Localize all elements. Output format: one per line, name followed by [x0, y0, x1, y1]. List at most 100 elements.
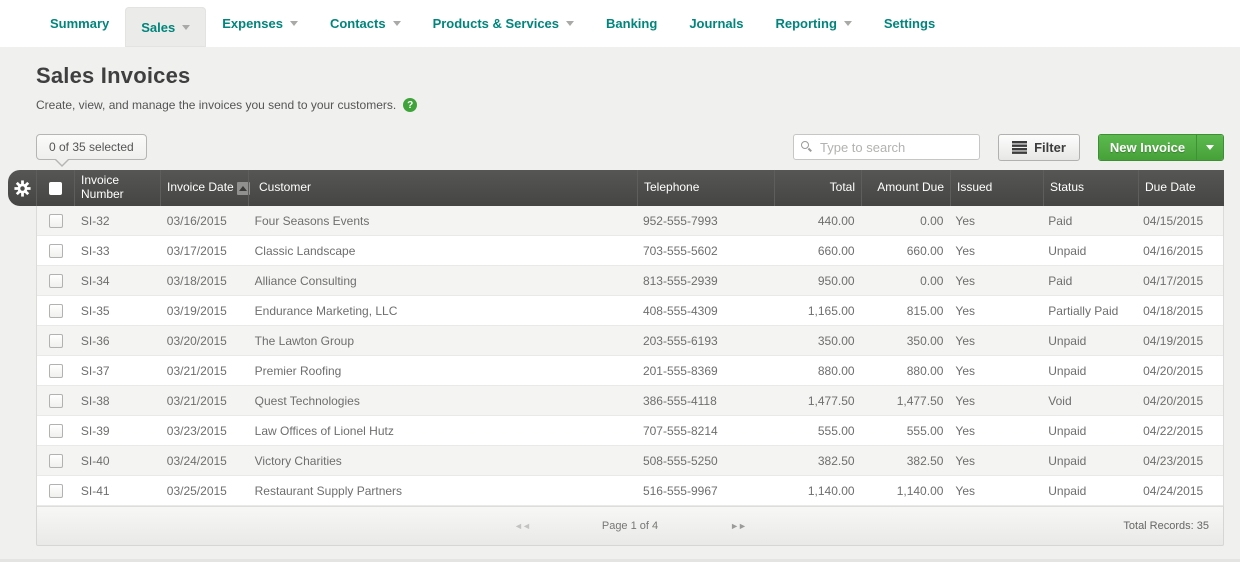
cell-customer: Quest Technologies — [249, 394, 637, 408]
column-header-label: Issued — [957, 181, 992, 195]
nav-item-reporting[interactable]: Reporting — [760, 0, 868, 47]
new-invoice-dropdown-button[interactable] — [1196, 135, 1223, 160]
pagination: ◄◄ Page 1 of 4 ►► — [514, 520, 746, 532]
cell-invoice-date: 03/20/2015 — [161, 334, 249, 348]
column-header-customer[interactable]: Customer — [248, 170, 637, 206]
column-header-invoice-number[interactable]: Invoice Number — [74, 170, 160, 206]
cell-invoice-number: SI-36 — [75, 334, 161, 348]
main-content: Sales Invoices Create, view, and manage … — [0, 47, 1240, 546]
nav-item-products-services[interactable]: Products & Services — [417, 0, 590, 47]
cell-total: 440.00 — [774, 214, 861, 228]
filter-button[interactable]: Filter — [998, 134, 1080, 161]
row-checkbox-cell — [37, 394, 75, 408]
invoice-row-si-35[interactable]: SI-3503/19/2015Endurance Marketing, LLC4… — [37, 296, 1223, 326]
invoice-row-si-41[interactable]: SI-4103/25/2015Restaurant Supply Partner… — [37, 476, 1223, 506]
cell-total: 555.00 — [774, 424, 861, 438]
search-input[interactable] — [793, 134, 980, 160]
cell-amount-due: 660.00 — [861, 244, 950, 258]
cell-customer: Victory Charities — [249, 454, 637, 468]
top-nav: SummarySales Expenses Contacts Products & S… — [0, 0, 1240, 47]
cell-invoice-date: 03/23/2015 — [161, 424, 249, 438]
cell-issued: Yes — [949, 424, 1042, 438]
cell-invoice-date: 03/17/2015 — [161, 244, 249, 258]
column-header-label: Telephone — [644, 181, 699, 195]
row-checkbox[interactable] — [49, 214, 63, 228]
cell-amount-due: 1,140.00 — [861, 484, 950, 498]
column-header-label: Invoice Number — [81, 174, 154, 202]
cell-due-date: 04/22/2015 — [1137, 424, 1223, 438]
invoice-row-si-38[interactable]: SI-3803/21/2015Quest Technologies386-555… — [37, 386, 1223, 416]
row-checkbox-cell — [37, 274, 75, 288]
nav-item-label: Expenses — [222, 16, 283, 31]
row-checkbox-cell — [37, 424, 75, 438]
filter-button-label: Filter — [1034, 140, 1066, 155]
row-checkbox[interactable] — [49, 364, 63, 378]
invoice-row-si-32[interactable]: SI-3203/16/2015Four Seasons Events952-55… — [37, 206, 1223, 236]
row-checkbox[interactable] — [49, 244, 63, 258]
cell-customer: Four Seasons Events — [249, 214, 637, 228]
cell-amount-due: 555.00 — [861, 424, 950, 438]
cell-issued: Yes — [949, 394, 1042, 408]
cell-amount-due: 0.00 — [861, 214, 950, 228]
cell-invoice-date: 03/21/2015 — [161, 394, 249, 408]
cell-customer: Alliance Consulting — [249, 274, 637, 288]
cell-total: 1,477.50 — [774, 394, 861, 408]
filter-lines-icon — [1012, 141, 1027, 154]
cell-status: Unpaid — [1042, 424, 1137, 438]
nav-item-banking[interactable]: Banking — [590, 0, 673, 47]
nav-item-summary[interactable]: Summary — [34, 0, 125, 47]
invoice-table-body: SI-3203/16/2015Four Seasons Events952-55… — [36, 206, 1224, 506]
column-header-status[interactable]: Status — [1043, 170, 1138, 206]
column-header-invoice-date[interactable]: Invoice Date — [160, 170, 248, 206]
cell-amount-due: 815.00 — [861, 304, 950, 318]
row-checkbox[interactable] — [49, 394, 63, 408]
row-checkbox[interactable] — [49, 274, 63, 288]
invoice-row-si-39[interactable]: SI-3903/23/2015Law Offices of Lionel Hut… — [37, 416, 1223, 446]
help-icon[interactable]: ? — [403, 98, 417, 112]
page-title: Sales Invoices — [36, 63, 1240, 89]
column-header-total[interactable]: Total — [774, 170, 861, 206]
chevron-down-icon — [1206, 145, 1214, 150]
column-header-telephone[interactable]: Telephone — [637, 170, 774, 206]
cell-due-date: 04/19/2015 — [1137, 334, 1223, 348]
invoice-row-si-33[interactable]: SI-3303/17/2015Classic Landscape703-555-… — [37, 236, 1223, 266]
invoice-row-si-40[interactable]: SI-4003/24/2015Victory Charities508-555-… — [37, 446, 1223, 476]
row-checkbox[interactable] — [49, 484, 63, 498]
column-header-amount-due[interactable]: Amount Due — [861, 170, 950, 206]
nav-item-expenses[interactable]: Expenses — [206, 0, 314, 47]
nav-item-label: Settings — [884, 16, 935, 31]
cell-invoice-number: SI-40 — [75, 454, 161, 468]
column-header-due-date[interactable]: Due Date — [1138, 170, 1224, 206]
nav-item-label: Contacts — [330, 16, 386, 31]
new-invoice-button[interactable]: New Invoice — [1099, 135, 1196, 160]
row-checkbox[interactable] — [49, 334, 63, 348]
row-checkbox[interactable] — [49, 424, 63, 438]
cell-invoice-date: 03/25/2015 — [161, 484, 249, 498]
gear-icon — [14, 180, 31, 197]
cell-telephone: 813-555-2939 — [637, 274, 774, 288]
invoice-row-si-36[interactable]: SI-3603/20/2015The Lawton Group203-555-6… — [37, 326, 1223, 356]
row-checkbox[interactable] — [49, 304, 63, 318]
nav-item-journals[interactable]: Journals — [673, 0, 759, 47]
cell-total: 350.00 — [774, 334, 861, 348]
chevron-down-icon — [290, 21, 298, 26]
cell-amount-due: 1,477.50 — [861, 394, 950, 408]
cell-invoice-number: SI-35 — [75, 304, 161, 318]
table-settings-button[interactable] — [8, 170, 36, 206]
selection-summary-button[interactable]: 0 of 35 selected — [36, 134, 147, 160]
nav-item-sales[interactable]: Sales — [125, 7, 206, 47]
nav-item-contacts[interactable]: Contacts — [314, 0, 417, 47]
nav-item-settings[interactable]: Settings — [868, 0, 951, 47]
select-all-checkbox[interactable] — [49, 182, 62, 195]
chevron-down-icon — [393, 21, 401, 26]
new-invoice-split-button: New Invoice — [1098, 134, 1224, 161]
toolbar: 0 of 35 selected Filter New Invoice — [36, 134, 1224, 160]
chevron-down-icon — [844, 21, 852, 26]
invoice-row-si-37[interactable]: SI-3703/21/2015Premier Roofing201-555-83… — [37, 356, 1223, 386]
column-header-issued[interactable]: Issued — [950, 170, 1043, 206]
row-checkbox[interactable] — [49, 454, 63, 468]
next-page-button[interactable]: ►► — [730, 521, 746, 531]
cell-due-date: 04/18/2015 — [1137, 304, 1223, 318]
invoice-row-si-34[interactable]: SI-3403/18/2015Alliance Consulting813-55… — [37, 266, 1223, 296]
previous-page-button[interactable]: ◄◄ — [514, 521, 530, 531]
